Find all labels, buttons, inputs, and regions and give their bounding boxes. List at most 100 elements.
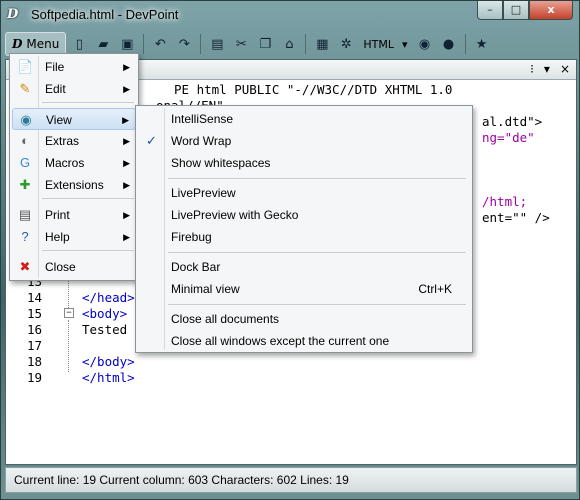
toolbar-divider [464, 34, 466, 54]
extensions-icon: ✚ [19, 177, 31, 192]
close-tab-icon[interactable]: × [560, 62, 570, 76]
menu-separator [42, 198, 134, 199]
status-bar: Current line: 19 Current column: 603 Cha… [5, 467, 577, 493]
submenu-separator [168, 252, 466, 253]
extras-icon: ◐ [21, 133, 29, 148]
color-picker-icon[interactable]: ▦ [311, 33, 333, 55]
toolbar-divider [143, 34, 145, 54]
view-item-minimal-view[interactable]: Minimal view Ctrl+K [138, 278, 470, 300]
menu-item-view[interactable]: ◉ View ▶ [12, 108, 136, 130]
menu-item-edit[interactable]: ✎ Edit ▶ [12, 78, 136, 100]
menu-item-label: Print [45, 208, 70, 222]
shortcut-label: Ctrl+K [418, 282, 452, 296]
macros-icon: G [19, 155, 31, 170]
main-menu: 📄 File ▶ ✎ Edit ▶ ◉ View ▶ ◐ Extras ▶ G Macros ▶ ✚ Exten… [9, 53, 139, 281]
menu-item-label: Macros [45, 156, 85, 170]
line-number: 15 [26, 306, 42, 321]
submenu-arrow-icon: ▶ [123, 232, 130, 242]
home-icon[interactable]: ⌂ [278, 33, 300, 55]
menu-item-label: Extensions [45, 178, 104, 192]
code-text: PE html PUBLIC "-//W3C//DTD XHTML 1.0 [174, 82, 453, 97]
menu-separator [42, 102, 134, 103]
view-item-livepreview[interactable]: LivePreview [138, 182, 470, 204]
app-window: D Softpedia.html - DevPoint – □ x D Menu… [0, 0, 580, 500]
view-item-firebug[interactable]: Firebug [138, 226, 470, 248]
menu-item-extensions[interactable]: ✚ Extensions ▶ [12, 174, 136, 196]
view-item-label: LivePreview [171, 186, 236, 200]
line-number: 19 [26, 370, 42, 385]
menu-item-extras[interactable]: ◐ Extras ▶ [12, 130, 136, 152]
cut-icon[interactable]: ✂ [230, 33, 252, 55]
checkmark-icon: ✓ [146, 133, 157, 148]
title-bar[interactable]: D Softpedia.html - DevPoint – □ x [1, 1, 579, 29]
file-icon: 📄 [17, 59, 34, 74]
view-item-label: Firebug [171, 230, 212, 244]
code-text: ng="de" [482, 130, 535, 145]
menu-item-label: File [45, 60, 65, 74]
tab-list-icon[interactable]: ▾ [544, 62, 550, 76]
view-item-close-all-windows-except-the-current-one[interactable]: Close all windows except the current one [138, 330, 470, 352]
menu-item-label: View [46, 113, 72, 127]
devpoint-logo-icon: D [7, 7, 19, 22]
copy-icon[interactable]: ❐ [254, 33, 276, 55]
edit-icon: ✎ [19, 81, 31, 96]
submenu-arrow-icon: ▶ [123, 210, 130, 220]
language-selector[interactable]: HTML ▾ [359, 38, 411, 51]
menu-item-close[interactable]: ✖ Close [12, 256, 136, 278]
view-submenu: IntelliSense ✓ Word Wrap Show whitespaces Li… [135, 105, 473, 353]
code-text: </html> [82, 370, 135, 385]
code-line[interactable]: 18 </body> [6, 354, 576, 370]
open-folder-icon[interactable]: ▰ [92, 33, 114, 55]
view-item-livepreview-with-gecko[interactable]: LivePreview with Gecko [138, 204, 470, 226]
view-item-label: Minimal view [171, 282, 240, 296]
menu-item-label: Edit [45, 82, 66, 96]
maximize-button[interactable]: □ [503, 1, 529, 20]
view-item-intellisense[interactable]: IntelliSense [138, 108, 470, 130]
minimize-button[interactable]: – [477, 1, 503, 20]
line-number: 14 [26, 290, 42, 305]
view-item-show-whitespaces[interactable]: Show whitespaces [138, 152, 470, 174]
language-label: HTML [363, 37, 394, 51]
code-text: </body> [82, 354, 135, 369]
view-item-label: Dock Bar [171, 260, 221, 274]
menu-item-file[interactable]: 📄 File ▶ [12, 56, 136, 78]
view-item-label: Close all windows except the current one [171, 334, 390, 348]
submenu-arrow-icon: ▶ [123, 136, 130, 146]
code-line[interactable]: 19 </html> [6, 370, 576, 386]
menu-item-label: Help [45, 230, 70, 244]
view-item-label: Show whitespaces [171, 156, 271, 170]
code-text: ent="" /> [482, 210, 550, 225]
line-number: 18 [26, 354, 42, 369]
redo-icon[interactable]: ↷ [173, 33, 195, 55]
submenu-arrow-icon: ▶ [123, 158, 130, 168]
view-item-word-wrap[interactable]: ✓ Word Wrap [138, 130, 470, 152]
pin-icon[interactable]: ⁝ [530, 62, 534, 76]
close-icon: ✖ [19, 259, 31, 274]
view-item-label: Close all documents [171, 312, 280, 326]
line-number: 17 [26, 338, 42, 353]
menu-item-macros[interactable]: G Macros ▶ [12, 152, 136, 174]
view-item-dock-bar[interactable]: Dock Bar [138, 256, 470, 278]
toolbar-divider [305, 34, 307, 54]
submenu-arrow-icon: ▶ [123, 84, 130, 94]
menu-item-label: Extras [45, 134, 80, 148]
menu-separator [42, 250, 134, 251]
save-icon[interactable]: ▣ [116, 33, 138, 55]
undo-icon[interactable]: ↶ [149, 33, 171, 55]
close-button[interactable]: x [529, 1, 573, 20]
view-item-close-all-documents[interactable]: Close all documents [138, 308, 470, 330]
menu-item-help[interactable]: ? Help ▶ [12, 226, 136, 248]
new-file-icon[interactable]: ▯ [68, 33, 90, 55]
menu-item-print[interactable]: ▤ Print ▶ [12, 204, 136, 226]
caption-buttons: – □ x [477, 1, 573, 21]
chevron-down-icon: ▾ [401, 37, 408, 51]
paste-icon[interactable]: ▤ [206, 33, 228, 55]
settings-gear-icon[interactable]: ✲ [335, 33, 357, 55]
browser-preview-icon[interactable]: ◉ [414, 33, 436, 55]
firefox-preview-icon[interactable]: ● [438, 33, 460, 55]
submenu-separator [168, 304, 466, 305]
menu-button-label: Menu [26, 37, 60, 51]
devpoint-menu-icon: D [12, 37, 23, 51]
toolbar-divider [200, 34, 202, 54]
bookmark-icon[interactable]: ★ [471, 33, 493, 55]
